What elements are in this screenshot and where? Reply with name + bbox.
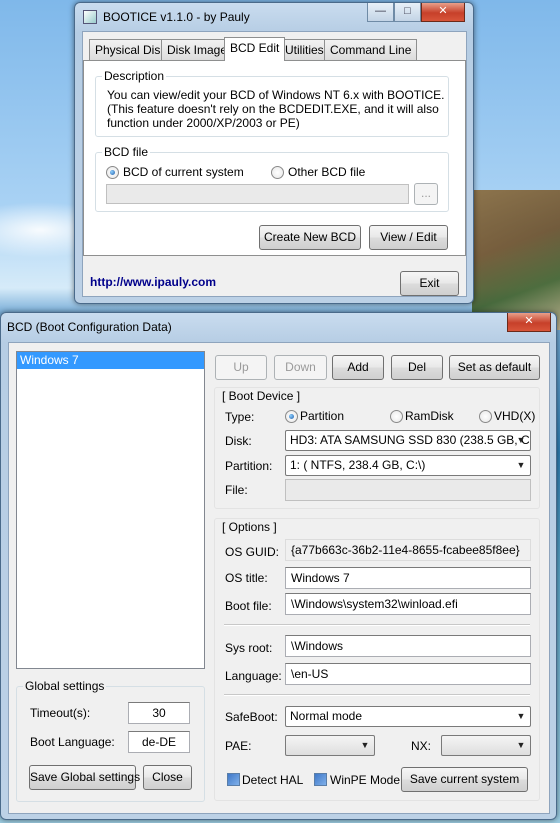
save-global-settings-button[interactable]: Save Global settings bbox=[29, 765, 140, 790]
safeboot-select-value: Normal mode bbox=[290, 709, 363, 723]
desktop-wallpaper-hut bbox=[472, 190, 560, 330]
boot-device-title: [ Boot Device ] bbox=[222, 389, 301, 403]
safeboot-label: SafeBoot: bbox=[225, 710, 278, 724]
timeout-label: Timeout(s): bbox=[30, 706, 91, 720]
partition-select[interactable]: 1: ( NTFS, 238.4 GB, C:\) ▼ bbox=[285, 455, 531, 476]
radio-bcd-current-system[interactable] bbox=[106, 166, 119, 179]
detect-hal-label[interactable]: Detect HAL bbox=[242, 773, 303, 787]
os-title-label: OS title: bbox=[225, 571, 268, 585]
set-as-default-button[interactable]: Set as default bbox=[449, 355, 540, 380]
bcd-edit-tab-pane: Description You can view/edit your BCD o… bbox=[83, 60, 466, 256]
chevron-down-icon[interactable]: ▼ bbox=[512, 707, 530, 726]
radio-type-ramdisk-label[interactable]: RamDisk bbox=[405, 409, 454, 423]
disk-label: Disk: bbox=[225, 434, 252, 448]
description-line-1: You can view/edit your BCD of Windows NT… bbox=[107, 88, 445, 102]
bcd-titlebar[interactable]: BCD (Boot Configuration Data) ✕ bbox=[1, 313, 556, 341]
tab-bcd-edit[interactable]: BCD Edit bbox=[224, 37, 286, 61]
description-group: Description You can view/edit your BCD o… bbox=[95, 69, 449, 137]
nx-label: NX: bbox=[411, 739, 432, 753]
radio-bcd-current-system-label[interactable]: BCD of current system bbox=[123, 165, 244, 179]
language-label: Language: bbox=[225, 669, 282, 683]
options-title: [ Options ] bbox=[222, 520, 277, 534]
sys-root-label: Sys root: bbox=[225, 641, 273, 655]
global-settings-title: Global settings bbox=[23, 679, 107, 693]
bcd-file-group-title: BCD file bbox=[102, 145, 151, 159]
safeboot-select[interactable]: Normal mode ▼ bbox=[285, 706, 531, 727]
file-label: File: bbox=[225, 483, 248, 497]
list-item[interactable]: Windows 7 bbox=[17, 352, 204, 369]
close-icon[interactable]: ✕ bbox=[507, 313, 551, 332]
radio-type-vhd[interactable] bbox=[479, 410, 492, 423]
radio-other-bcd-file[interactable] bbox=[271, 166, 284, 179]
del-button[interactable]: Del bbox=[391, 355, 443, 380]
website-link[interactable]: http://www.ipauly.com bbox=[90, 275, 216, 289]
detect-hal-checkbox[interactable] bbox=[227, 773, 240, 786]
bcd-file-group: BCD file BCD of current system Other BCD… bbox=[95, 145, 449, 212]
nx-select[interactable]: ▼ bbox=[441, 735, 531, 756]
radio-type-vhd-label[interactable]: VHD(X) bbox=[494, 409, 535, 423]
chevron-down-icon[interactable]: ▼ bbox=[356, 736, 374, 755]
language-input[interactable]: \en-US bbox=[285, 663, 531, 685]
type-label: Type: bbox=[225, 410, 255, 424]
options-separator-1 bbox=[224, 624, 530, 626]
create-new-bcd-button[interactable]: Create New BCD bbox=[259, 225, 361, 250]
close-button[interactable]: Close bbox=[143, 765, 192, 790]
radio-type-partition[interactable] bbox=[285, 410, 298, 423]
bootice-app-icon bbox=[83, 10, 97, 24]
tab-utilities[interactable]: Utilities bbox=[279, 39, 330, 60]
down-button[interactable]: Down bbox=[274, 355, 327, 380]
timeout-input[interactable]: 30 bbox=[128, 702, 190, 724]
description-line-2: (This feature doesn't rely on the BCDEDI… bbox=[107, 102, 439, 116]
os-title-input[interactable]: Windows 7 bbox=[285, 567, 531, 589]
radio-other-bcd-file-label[interactable]: Other BCD file bbox=[288, 165, 365, 179]
os-guid-label: OS GUID: bbox=[225, 545, 280, 559]
disk-select-value: HD3: ATA SAMSUNG SSD 830 (238.5 GB, C:) bbox=[290, 433, 531, 447]
file-input[interactable] bbox=[285, 479, 531, 501]
chevron-down-icon[interactable]: ▼ bbox=[512, 431, 530, 450]
bcd-file-path-input[interactable] bbox=[106, 184, 409, 204]
bootice-titlebar[interactable]: BOOTICE v1.1.0 - by Pauly — □ ✕ bbox=[75, 3, 473, 31]
tab-physical-disk[interactable]: Physical Disk bbox=[89, 39, 173, 60]
up-button[interactable]: Up bbox=[215, 355, 267, 380]
view-edit-button[interactable]: View / Edit bbox=[369, 225, 448, 250]
boot-file-label: Boot file: bbox=[225, 599, 272, 613]
description-group-title: Description bbox=[102, 69, 167, 83]
partition-select-value: 1: ( NTFS, 238.4 GB, C:\) bbox=[290, 458, 426, 472]
add-button[interactable]: Add bbox=[332, 355, 384, 380]
maximize-icon[interactable]: □ bbox=[394, 3, 421, 22]
partition-label: Partition: bbox=[225, 459, 273, 473]
bcd-window-title: BCD (Boot Configuration Data) bbox=[7, 320, 172, 334]
minimize-icon[interactable]: — bbox=[367, 3, 394, 22]
description-line-3: function under 2000/XP/2003 or PE) bbox=[107, 116, 300, 130]
boot-language-input[interactable]: de-DE bbox=[128, 731, 190, 753]
browse-button[interactable]: ... bbox=[414, 183, 438, 205]
tab-command-line[interactable]: Command Line bbox=[324, 39, 418, 60]
boot-file-input[interactable]: \Windows\system32\winload.efi bbox=[285, 593, 531, 615]
disk-select[interactable]: HD3: ATA SAMSUNG SSD 830 (238.5 GB, C:) … bbox=[285, 430, 531, 451]
radio-type-partition-label[interactable]: Partition bbox=[300, 409, 344, 423]
boot-entries-list[interactable]: Windows 7 bbox=[16, 351, 205, 669]
save-current-system-button[interactable]: Save current system bbox=[401, 767, 528, 792]
tab-disk-image[interactable]: Disk Image bbox=[161, 39, 234, 60]
boot-language-label: Boot Language: bbox=[30, 735, 115, 749]
options-separator-2 bbox=[224, 694, 530, 696]
pae-label: PAE: bbox=[225, 739, 252, 753]
close-icon[interactable]: ✕ bbox=[421, 3, 465, 22]
chevron-down-icon[interactable]: ▼ bbox=[512, 736, 530, 755]
os-guid-value: {a77b663c-36b2-11e4-8655-fcabee85f8ee} bbox=[285, 539, 531, 561]
exit-button[interactable]: Exit bbox=[400, 271, 459, 296]
sys-root-input[interactable]: \Windows bbox=[285, 635, 531, 657]
winpe-mode-label[interactable]: WinPE Mode bbox=[330, 773, 400, 787]
chevron-down-icon[interactable]: ▼ bbox=[512, 456, 530, 475]
radio-type-ramdisk[interactable] bbox=[390, 410, 403, 423]
winpe-mode-checkbox[interactable] bbox=[314, 773, 327, 786]
pae-select[interactable]: ▼ bbox=[285, 735, 375, 756]
bootice-window-title: BOOTICE v1.1.0 - by Pauly bbox=[103, 10, 250, 24]
